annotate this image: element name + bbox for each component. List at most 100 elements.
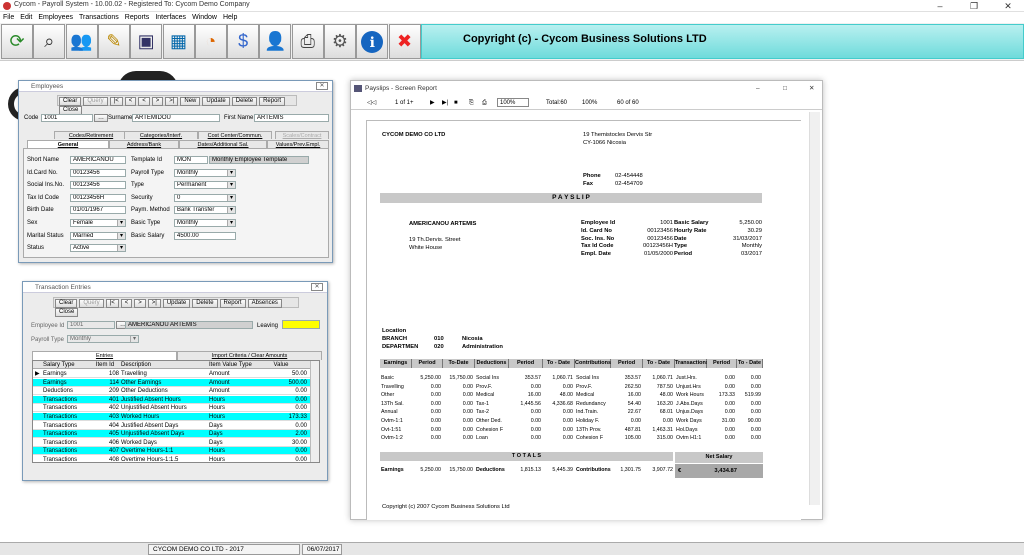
menu-help[interactable]: Help xyxy=(220,12,240,23)
report-button[interactable]: Report xyxy=(219,299,246,308)
close-button[interactable]: ✖ xyxy=(388,24,421,59)
tab-values-prev-empl-[interactable]: Values/Prev.Empl. xyxy=(267,140,329,148)
delete-button[interactable]: Delete xyxy=(231,97,258,106)
table-row[interactable]: Transactions 405 Unjustified Absent Days Da… xyxy=(33,430,311,439)
print-icon[interactable]: ⎙ xyxy=(482,96,487,110)
table-row[interactable]: Transactions 407 Overtime Hours-1:1 Hours 0.… xyxy=(33,447,311,456)
field-status[interactable]: Active xyxy=(70,244,126,253)
tools-button[interactable]: ⚙ xyxy=(324,24,356,59)
first-name-field[interactable]: ARTEMIS xyxy=(254,114,329,122)
next-button[interactable]: > xyxy=(151,97,164,106)
prev-button[interactable]: < xyxy=(124,97,137,106)
table-row[interactable]: Transactions 402 Unjustified Absent Hours H… xyxy=(33,404,311,413)
minimize-icon[interactable]: – xyxy=(756,81,760,96)
update-button[interactable]: Update xyxy=(202,97,230,106)
code-lookup-button[interactable]: … xyxy=(94,114,108,122)
tab-general[interactable]: General xyxy=(27,140,109,148)
table-row[interactable]: Transactions 404 Justified Absent Days Days… xyxy=(33,422,311,430)
tab-import-criteria[interactable]: Import Criteria / Clear Amounts xyxy=(177,351,322,360)
table-row[interactable]: Transactions 401 Justified Absent Hours Hou… xyxy=(33,395,311,404)
user-button[interactable]: 👤 xyxy=(259,24,292,59)
last-page-icon[interactable]: ▶| xyxy=(442,96,448,110)
menu-window[interactable]: Window xyxy=(189,12,220,23)
close-icon[interactable]: ✕ xyxy=(316,82,328,90)
tab-entries[interactable]: Entries xyxy=(32,351,177,360)
field-basic-salary[interactable]: 4500.00 xyxy=(174,231,236,240)
stop-icon[interactable]: ■ xyxy=(454,96,458,110)
tab-cost-center-commun-[interactable]: Cost Center/Commun. xyxy=(198,131,272,139)
zoom-select[interactable]: 100% xyxy=(497,98,529,107)
table-row[interactable]: Transactions 406 Worked Days Days 30.00 xyxy=(33,439,311,447)
first-page-icon[interactable]: ◁◁ xyxy=(367,96,376,110)
minimize-icon[interactable]: – xyxy=(928,0,952,12)
next-button[interactable]: > xyxy=(134,299,146,308)
absences-button[interactable]: Absences xyxy=(247,299,282,308)
menu-transactions[interactable]: Transactions xyxy=(76,12,122,23)
prev2-button[interactable]: < xyxy=(138,97,150,106)
new-button[interactable]: New xyxy=(180,97,201,106)
table-row[interactable]: Earnings 114 Other Earnings Amount 500.00 xyxy=(33,378,311,387)
query-button[interactable]: Query xyxy=(79,299,104,308)
first-button[interactable]: |< xyxy=(105,299,119,308)
close-window-icon[interactable]: ✕ xyxy=(996,0,1020,12)
payroll-type-select[interactable]: Monthly xyxy=(67,335,139,343)
update-button[interactable]: Update xyxy=(162,299,191,308)
field-payroll-type[interactable]: Monthly xyxy=(174,168,236,177)
employee-id-field[interactable]: 1001 xyxy=(67,321,115,329)
menu-edit[interactable]: Edit xyxy=(17,12,35,23)
delete-button[interactable]: Delete xyxy=(192,299,218,308)
clear-button[interactable]: Clear xyxy=(59,97,82,106)
dollar-button[interactable]: $ xyxy=(227,24,260,59)
code-field[interactable]: 1001 xyxy=(41,114,93,122)
tab-scales-contract[interactable]: Scales/Contract xyxy=(275,131,329,139)
table-row[interactable]: Transactions 403 Worked Hours Hours 173.33 xyxy=(33,413,311,421)
menu-interfaces[interactable]: Interfaces xyxy=(152,12,189,23)
monitor-button[interactable]: ▣ xyxy=(130,24,163,59)
field-tax-id-code[interactable]: 00123456H xyxy=(70,193,126,202)
field-marital-status[interactable]: Married xyxy=(70,231,126,240)
field-type[interactable]: Permanent xyxy=(174,181,236,190)
close-icon[interactable]: ✕ xyxy=(311,283,323,291)
tab-codes-retirement[interactable]: Codes/Retirement xyxy=(54,131,128,139)
field-birth-date[interactable]: 01/01/1967 xyxy=(70,206,126,215)
printer-button[interactable]: ⎙ xyxy=(291,24,324,59)
refresh-button[interactable]: ⟳ xyxy=(1,24,33,59)
menu-file[interactable]: File xyxy=(0,12,17,23)
prev-button[interactable]: < xyxy=(120,299,133,308)
close-icon[interactable]: ✕ xyxy=(809,81,814,96)
grid-scrollbar[interactable] xyxy=(310,361,319,462)
field-social-ins-no-[interactable]: 00123456 xyxy=(70,181,126,190)
table-row[interactable]: Transactions 408 Overtime Hours-1:1.5 Hours… xyxy=(33,456,311,462)
report-button[interactable]: Report xyxy=(259,97,286,106)
table-row[interactable]: ▶ Earnings 108 Travelling Amount 50.00 xyxy=(33,370,311,378)
pie-chart-button[interactable]: ◔ xyxy=(194,24,227,59)
leaving-field[interactable] xyxy=(282,320,320,329)
field-short-name[interactable]: AMERICANOU xyxy=(70,156,126,164)
next-page-icon[interactable]: ▶ xyxy=(430,96,435,110)
field-template-id[interactable]: MON xyxy=(174,156,208,164)
field-id-card-no-[interactable]: 00123456 xyxy=(70,168,126,177)
last-button[interactable]: >| xyxy=(147,299,161,308)
spreadsheet-button[interactable]: ▦ xyxy=(162,24,195,59)
last-button[interactable]: >| xyxy=(165,97,179,106)
export-icon[interactable]: ⎘ xyxy=(469,96,474,110)
edit-button[interactable]: ✎ xyxy=(97,24,130,59)
info-button[interactable]: ℹ xyxy=(356,24,389,59)
menu-employees[interactable]: Employees xyxy=(35,12,76,23)
table-row[interactable]: Deductions 209 Other Deductions Amount 0.00 xyxy=(33,387,311,396)
field-basic-type[interactable]: Monthly xyxy=(174,219,236,227)
tab-categories-interf-[interactable]: Categories/Interf. xyxy=(124,131,198,139)
employees-button[interactable]: 👥 xyxy=(65,24,98,59)
field-paym-method[interactable]: Bank Transfer xyxy=(174,206,236,215)
close-button[interactable]: Close xyxy=(55,308,79,317)
field-sex[interactable]: Female xyxy=(70,219,126,227)
menu-reports[interactable]: Reports xyxy=(122,12,153,23)
clear-button[interactable]: Clear xyxy=(55,299,78,308)
restore-icon[interactable]: ❐ xyxy=(962,0,986,12)
first-button[interactable]: |< xyxy=(109,97,123,106)
maximize-icon[interactable]: □ xyxy=(783,81,787,96)
field-security[interactable]: 0 xyxy=(174,193,236,202)
binoculars-button[interactable]: ⌕ xyxy=(33,24,66,59)
surname-field[interactable]: ARTEMIDOU xyxy=(132,114,220,122)
tab-dates-additional-sal-[interactable]: Dates/Additional Sal. xyxy=(179,140,267,148)
